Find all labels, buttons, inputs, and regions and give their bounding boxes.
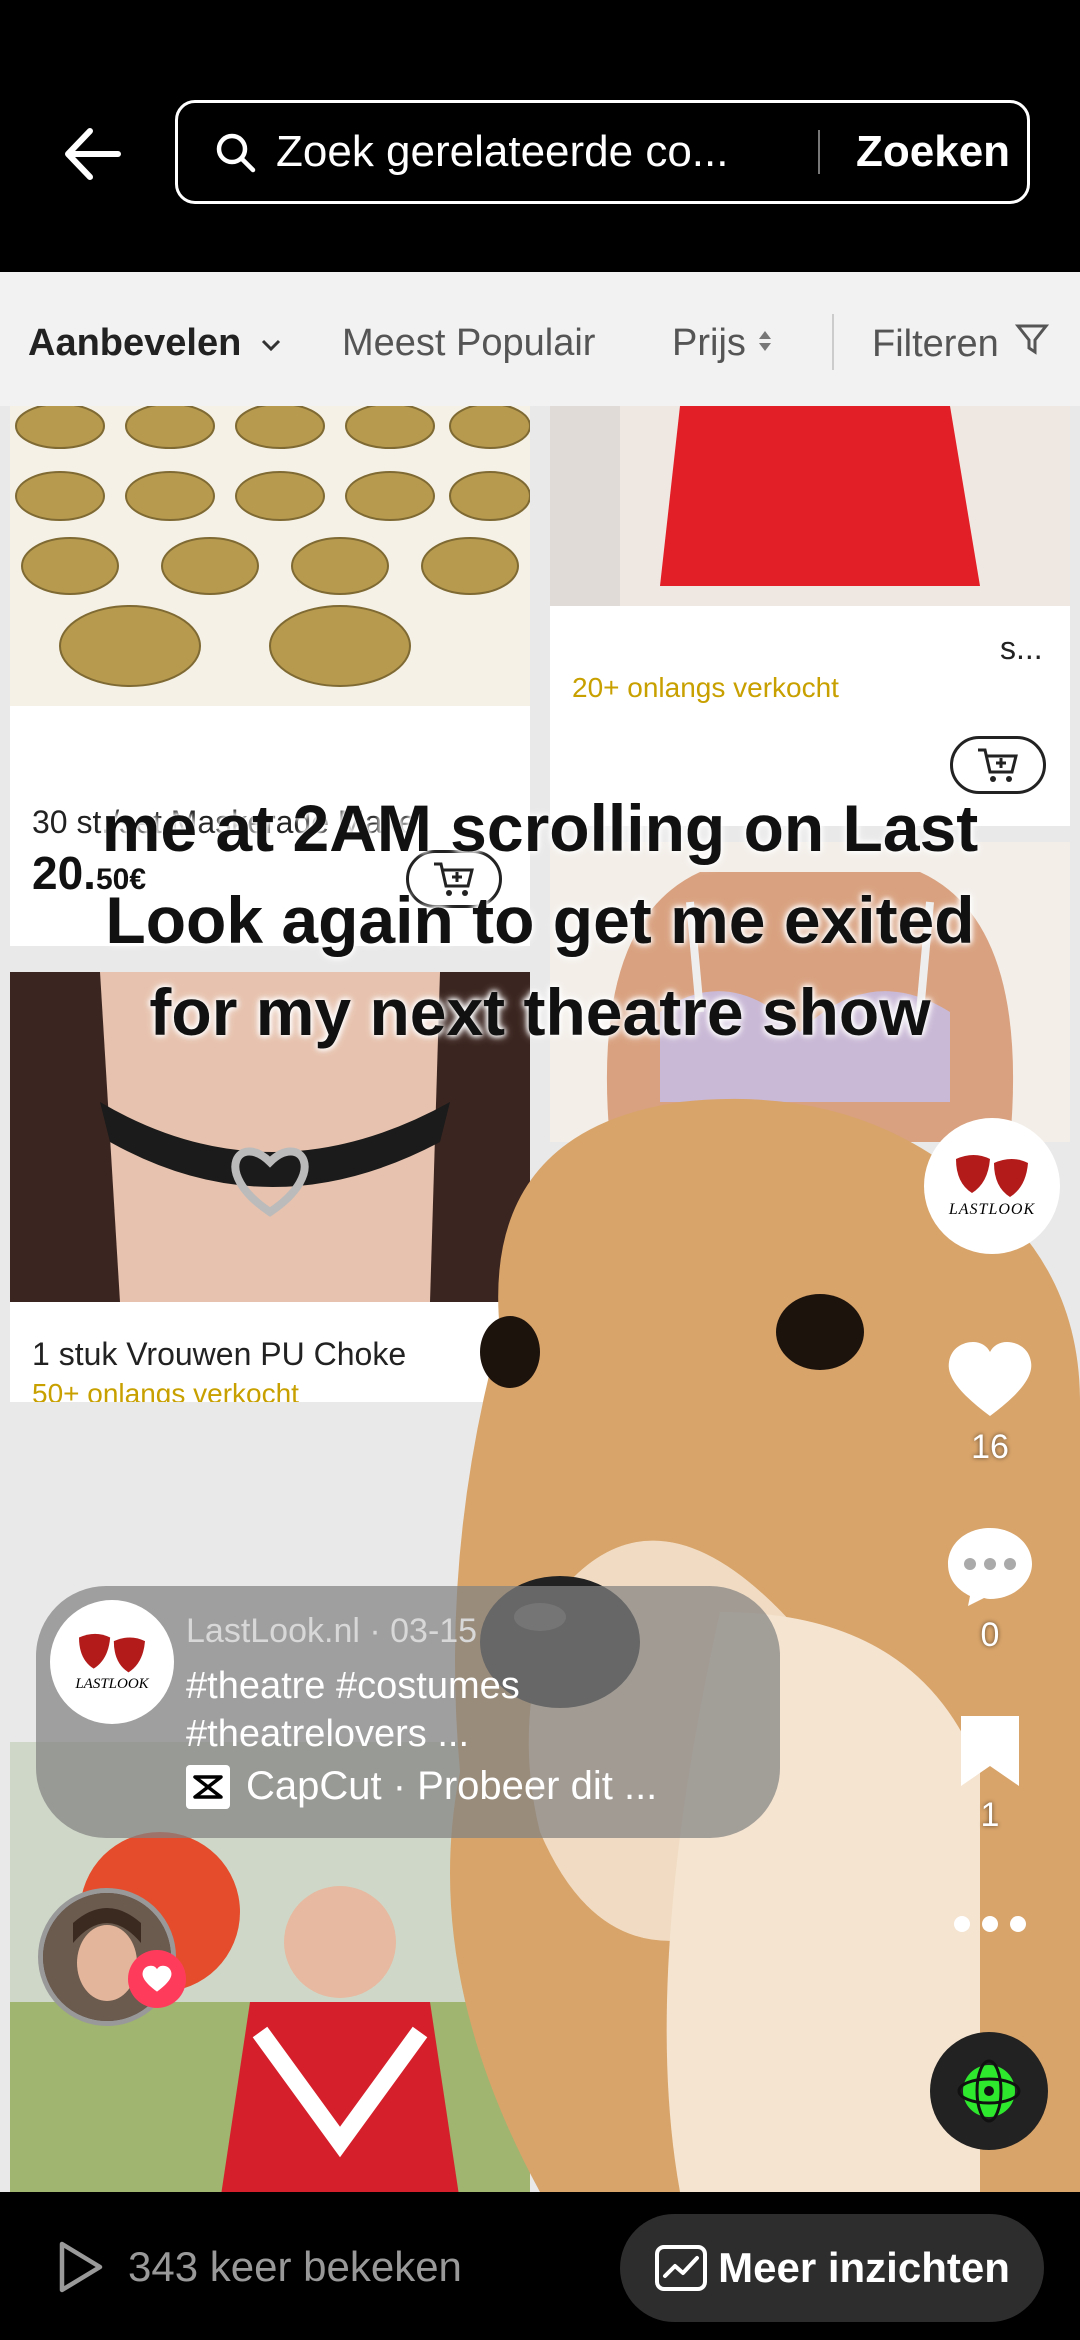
logo-text: LASTLOOK <box>948 1201 1036 1218</box>
search-submit-button[interactable]: Zoeken <box>856 127 1010 177</box>
atom-icon <box>957 2059 1021 2123</box>
chevron-down-icon <box>261 339 280 352</box>
author-name[interactable]: LastLook.nl <box>186 1612 360 1650</box>
search-input[interactable] <box>274 126 808 178</box>
bookmark-icon <box>961 1716 1019 1786</box>
shop-sort-tabs: Aanbevelen Meest Populair Prijs Filteren <box>0 272 1080 406</box>
chart-trend-icon <box>655 2245 708 2291</box>
heart-icon <box>142 1965 172 1992</box>
tab-label: Aanbevelen <box>28 322 242 364</box>
tab-price: Prijs <box>672 322 774 365</box>
skirt-image <box>550 406 1070 606</box>
tab-most-popular: Meest Populair <box>342 322 596 364</box>
tab-divider <box>832 314 834 370</box>
post-date: 03-15 <box>390 1612 478 1650</box>
search-icon <box>214 131 256 173</box>
more-dots-icon <box>954 1916 1026 1932</box>
tab-label: Prijs <box>672 322 746 364</box>
heart-icon <box>948 1342 1032 1416</box>
tab-recommended: Aanbevelen <box>28 322 284 365</box>
product-sold-count: 20+ onlangs verkocht <box>572 672 839 703</box>
effect-orbit-button[interactable] <box>930 2032 1048 2150</box>
post-info-card[interactable]: LASTLOOK LastLook.nl · 03-15 #theatre #c… <box>36 1586 780 1838</box>
comment-button[interactable]: 0 <box>940 1524 1040 1655</box>
comment-count: 0 <box>980 1616 1000 1654</box>
theatre-masks-icon <box>956 1155 1028 1197</box>
author-line: LastLook.nl · 03-15 <box>186 1612 478 1650</box>
capcut-template-link[interactable]: CapCut · Probeer dit ... <box>186 1764 657 1809</box>
logo-text: LASTLOOK <box>75 1675 149 1692</box>
insights-label: Meer inzichten <box>718 2244 1010 2291</box>
view-count: 343 keer bekeken <box>56 2240 462 2294</box>
liked-badge <box>128 1950 186 2008</box>
theatre-masks-icon <box>79 1633 145 1672</box>
bottom-bar: 343 keer bekeken Meer inzichten <box>0 2192 1080 2340</box>
like-count: 16 <box>971 1428 1009 1466</box>
tab-filter: Filteren <box>872 322 1050 366</box>
like-button[interactable]: 16 <box>940 1340 1040 1467</box>
more-insights-button[interactable]: Meer inzichten <box>620 2214 1044 2322</box>
comment-icon <box>948 1528 1032 1606</box>
post-hashtags[interactable]: #theatre #costumes #theatrelovers ... <box>186 1662 746 1758</box>
back-arrow-icon <box>65 128 121 180</box>
masks-image <box>10 406 530 706</box>
search-divider <box>818 130 820 174</box>
top-bar: Zoeken <box>0 0 1080 272</box>
capcut-text: CapCut · Probeer dit ... <box>246 1764 658 1808</box>
play-icon <box>59 2241 103 2293</box>
author-avatar[interactable]: LASTLOOK <box>50 1600 174 1724</box>
creator-avatar-button[interactable]: LASTLOOK <box>924 1118 1060 1254</box>
video-caption: me at 2AM scrolling on Last Look again t… <box>101 791 979 1049</box>
sort-icon <box>759 331 772 351</box>
hashtags-line: #theatre #costumes <box>186 1665 520 1707</box>
search-bar: Zoeken <box>175 100 1030 204</box>
capcut-icon <box>186 1764 230 1809</box>
save-button[interactable]: 1 <box>940 1712 1040 1835</box>
product-card-skirt: s... 20+ onlangs verkocht <box>550 406 1070 826</box>
product-title: s... <box>1000 630 1043 666</box>
filter-icon <box>1015 324 1050 355</box>
product-sold-count: 50+ onlangs verkocht <box>32 1378 299 1402</box>
back-button[interactable] <box>56 118 128 190</box>
views-label: 343 keer bekeken <box>128 2243 462 2290</box>
cart-add-icon <box>978 748 1018 782</box>
tab-label: Filteren <box>872 323 999 365</box>
more-options-button[interactable] <box>940 1912 1040 1936</box>
hashtags-line: #theatrelovers ... <box>186 1713 470 1755</box>
save-count: 1 <box>980 1796 1000 1834</box>
